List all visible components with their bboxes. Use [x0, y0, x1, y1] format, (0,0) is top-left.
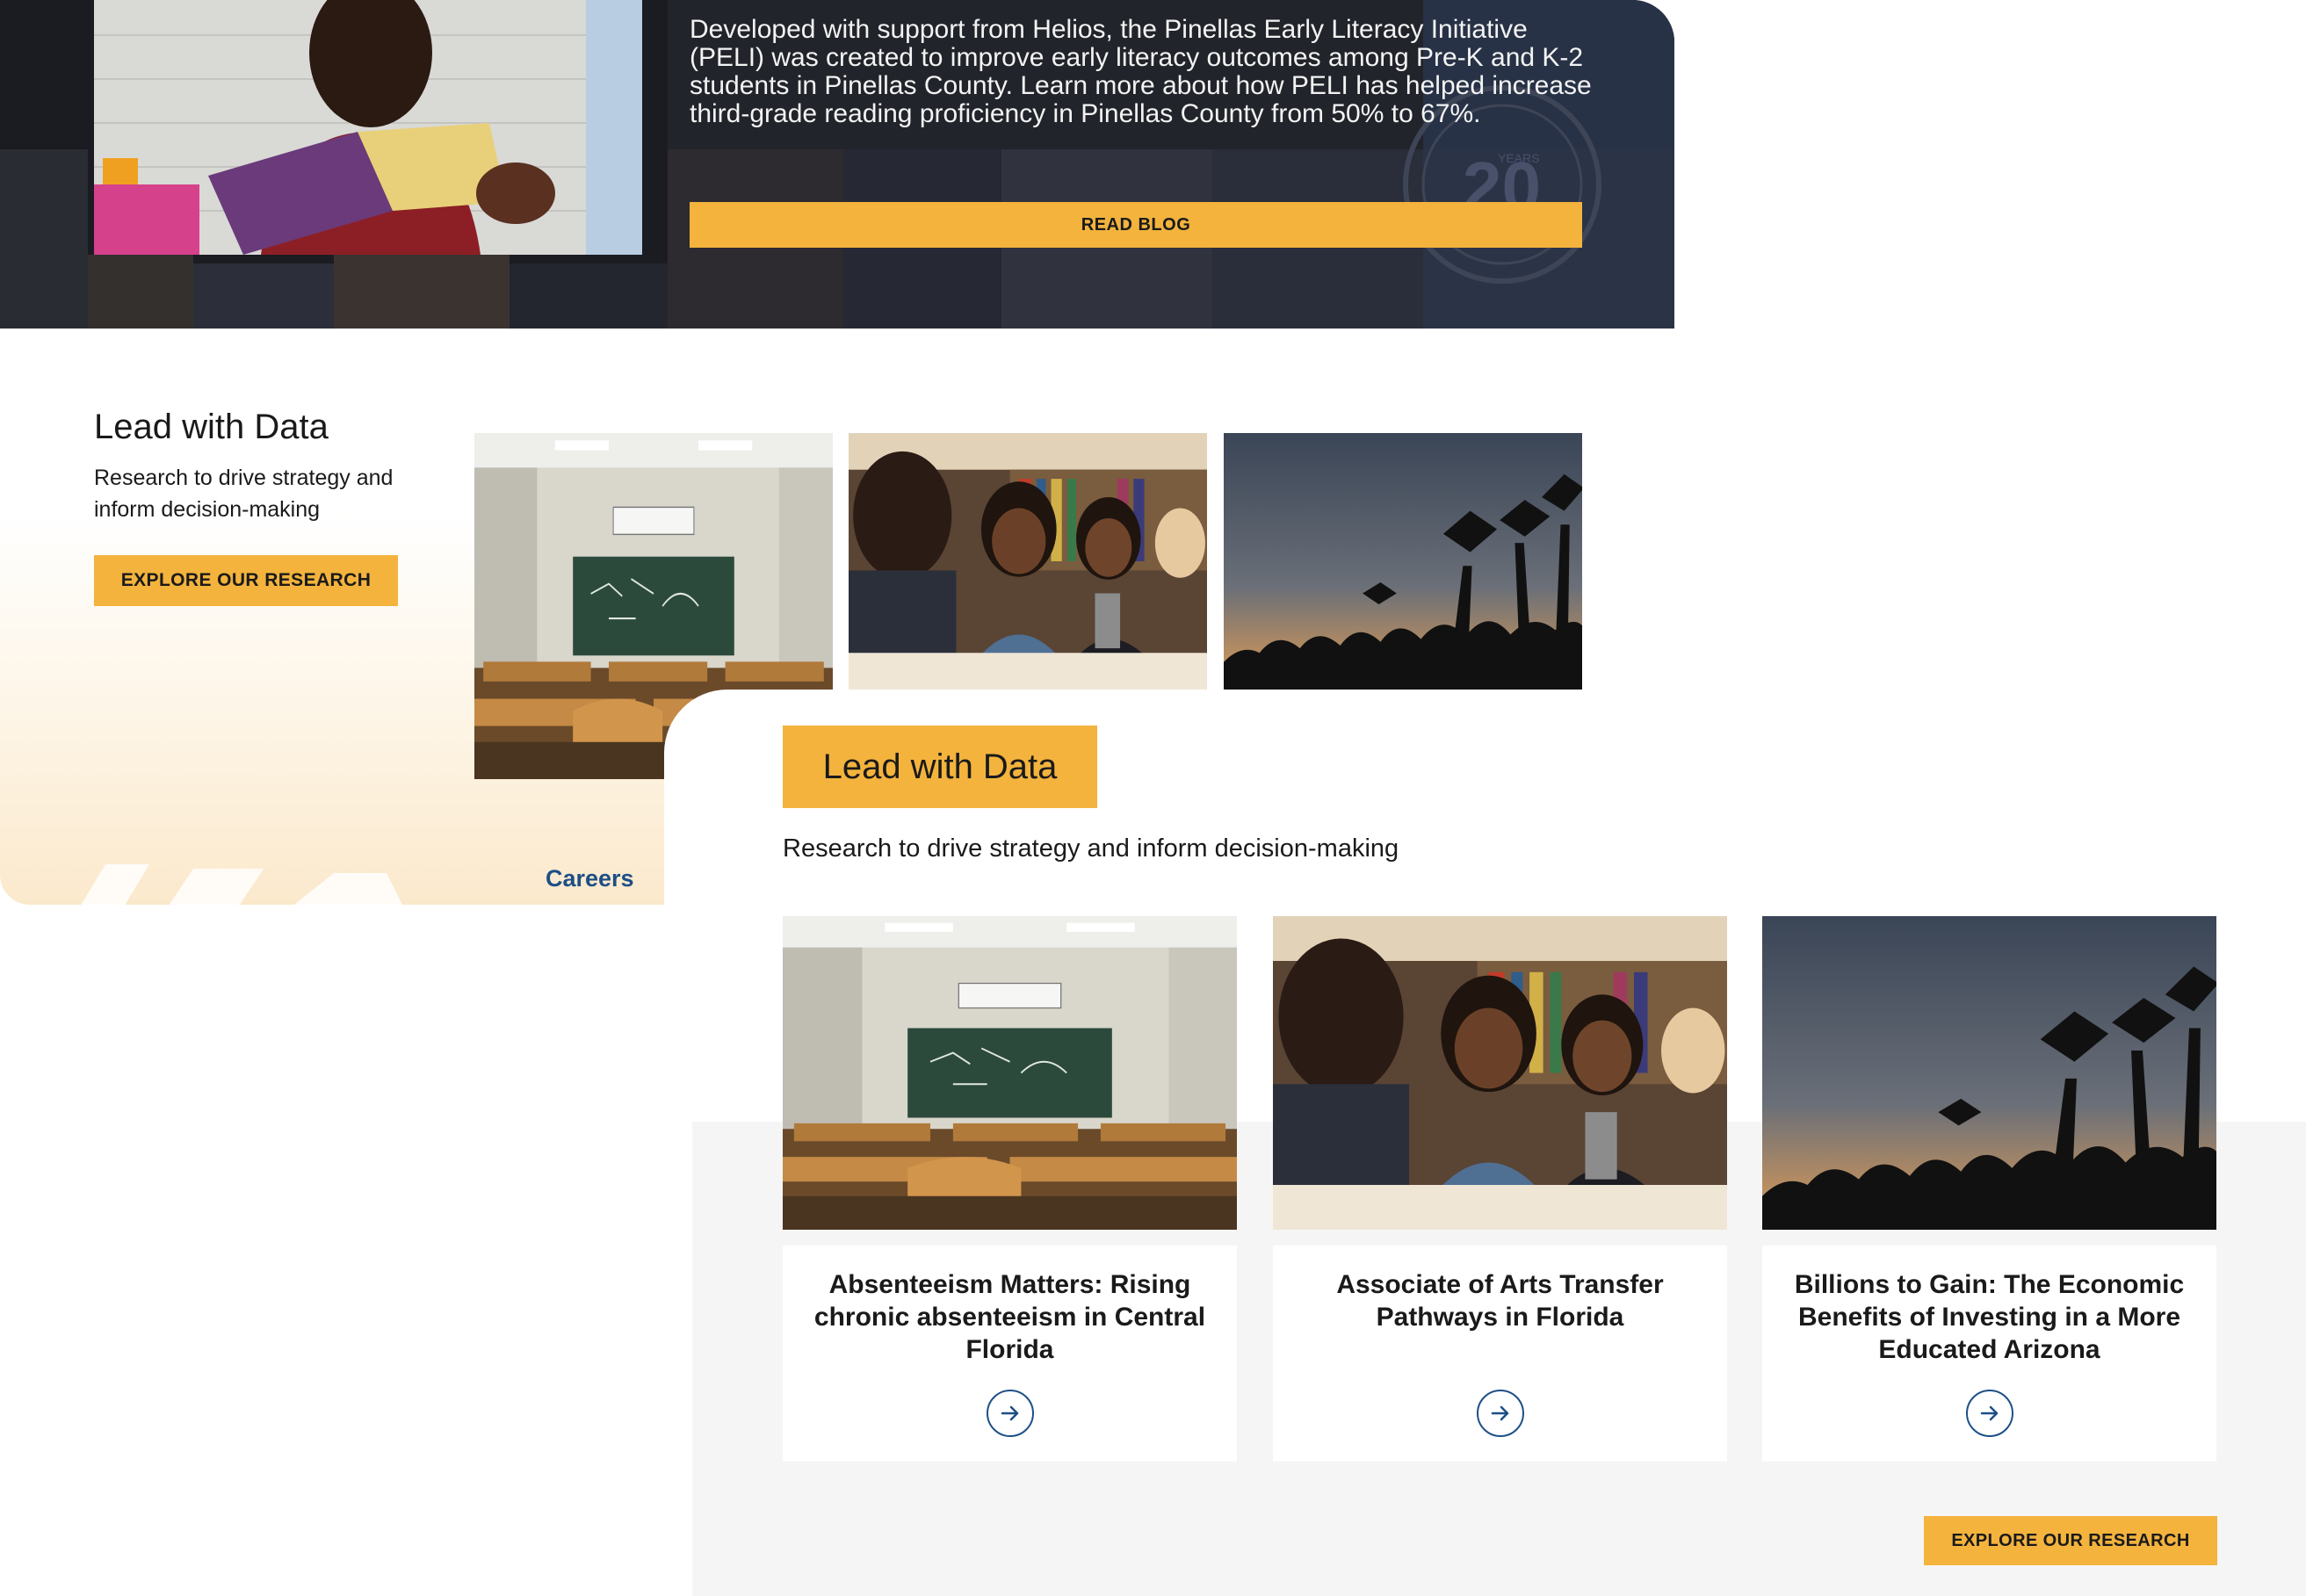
hero-section: 20 YEARS Developed with support from Hel…	[0, 0, 1674, 329]
research-card[interactable]: Billions to Gain: The Economic Benefits …	[1762, 1246, 2216, 1462]
section-subtitle: Research to drive strategy and inform de…	[783, 834, 1399, 863]
section-title: Lead with Data	[822, 747, 1058, 786]
card-title[interactable]: Absenteeism Matters: Rising chronic abse…	[807, 1268, 1212, 1367]
arrow-right-icon[interactable]	[1965, 1390, 2013, 1437]
explore-research-button[interactable]: EXPLORE OUR RESEARCH	[94, 555, 398, 606]
child-reading-photo	[94, 0, 642, 255]
graduates-photo-small	[1224, 433, 1582, 690]
arrow-right-icon[interactable]	[986, 1390, 1034, 1437]
research-card[interactable]: Associate of Arts Transfer Pathways in F…	[1273, 1246, 1727, 1462]
section-title-badge: Lead with Data	[783, 726, 1097, 808]
arrow-right-icon[interactable]	[1476, 1390, 1524, 1437]
careers-link[interactable]: Careers	[546, 865, 634, 892]
read-blog-button[interactable]: READ BLOG	[690, 202, 1582, 248]
card-image-students[interactable]	[1273, 916, 1727, 1230]
card-title[interactable]: Billions to Gain: The Economic Benefits …	[1787, 1268, 2192, 1367]
explore-research-button[interactable]: EXPLORE OUR RESEARCH	[1924, 1516, 2217, 1565]
badge-sub: YEARS	[1498, 151, 1539, 165]
research-card[interactable]: Absenteeism Matters: Rising chronic abse…	[783, 1246, 1237, 1462]
card-image-classroom[interactable]	[783, 916, 1237, 1230]
hero-description: Developed with support from Helios, the …	[690, 15, 1592, 128]
students-photo-small	[849, 433, 1207, 690]
card-title[interactable]: Associate of Arts Transfer Pathways in F…	[1298, 1268, 1702, 1367]
card-image-graduates[interactable]	[1762, 916, 2216, 1230]
section-title: Lead with Data	[94, 408, 329, 446]
section-subtitle: Research to drive strategy and inform de…	[94, 466, 394, 522]
